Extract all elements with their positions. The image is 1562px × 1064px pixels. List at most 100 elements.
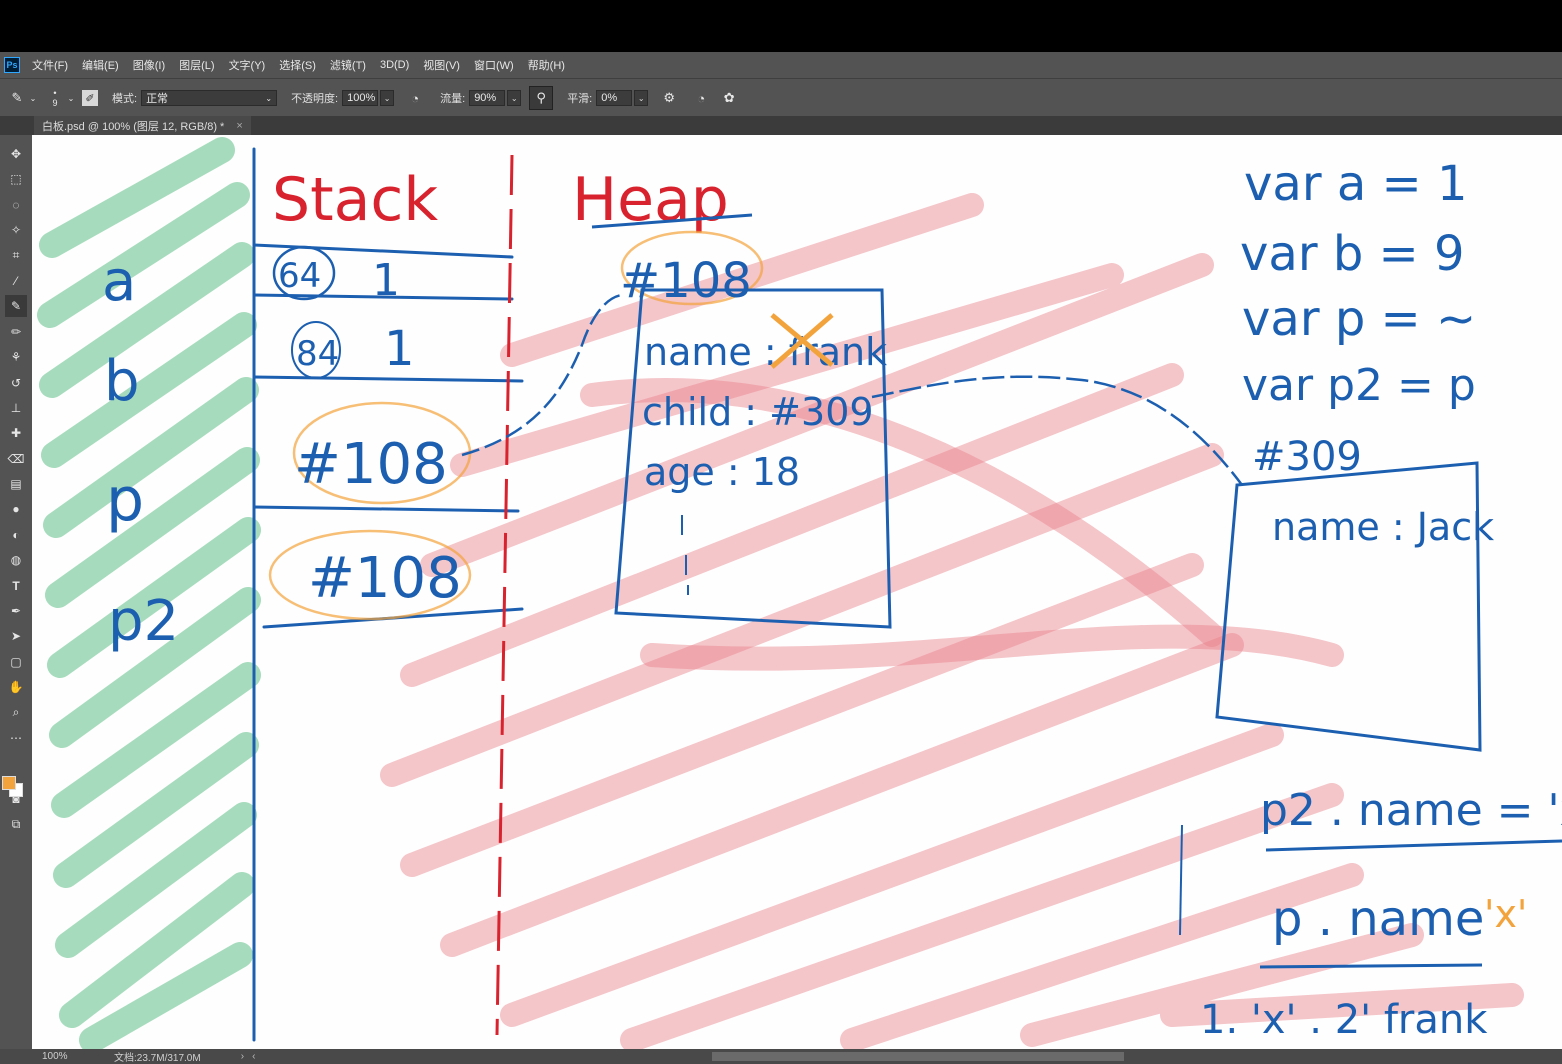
scroll-left-icon[interactable]: ‹ [252, 1051, 255, 1062]
flow-label: 流量: [440, 93, 466, 105]
eyedropper-tool-icon[interactable]: ⁄ [5, 270, 27, 292]
eraser-tool-icon[interactable]: ⌫ [5, 448, 27, 470]
opacity-input[interactable]: 100% [342, 90, 379, 106]
stack-value-p2: #108 [308, 546, 462, 611]
statement-p2-name: p2 . name = 'x' [1260, 785, 1562, 836]
hand-tool-icon[interactable]: ✋ [5, 676, 27, 698]
gear-icon[interactable]: ⚙ [658, 87, 680, 109]
menu-file[interactable]: 文件(F) [32, 57, 68, 73]
menu-help[interactable]: 帮助(H) [528, 57, 565, 73]
pencil-tool-icon[interactable]: ✏ [5, 321, 27, 343]
whiteboard-drawing: Stack Heap a b p p2 64 1 84 1 #108 #108 … [37, 137, 1562, 1049]
top-black-bar [0, 0, 1562, 52]
smoothing-label: 平滑: [567, 93, 593, 105]
opacity-label: 不透明度: [291, 93, 339, 105]
flow-dropdown-icon[interactable]: ⌄ [507, 90, 522, 106]
marquee-tool-icon[interactable]: ⬚ [5, 168, 27, 190]
menu-type[interactable]: 文字(Y) [229, 57, 266, 73]
chevron-down-icon: ⌄ [265, 93, 273, 103]
menu-image[interactable]: 图像(I) [133, 57, 165, 73]
blur-tool-icon[interactable]: ● [5, 498, 27, 520]
stack-title: Stack [272, 165, 438, 235]
heap-obj2-prop-name: name : Jack [1272, 505, 1494, 549]
document-tab-bar: 白板.psd @ 100% (图层 12, RGB/8) * × [0, 116, 1562, 135]
brush-size-value: 9 [52, 98, 58, 108]
sponge-tool-icon[interactable]: ◍ [5, 549, 27, 571]
heap-obj1-prop-child: child : #309 [642, 390, 874, 434]
heap-obj2-addr: #309 [1252, 434, 1362, 480]
answer-line: 1. 'x' . 2' frank [1200, 997, 1488, 1043]
mode-label: 模式: [112, 93, 138, 105]
chevron-down-icon[interactable]: ⌄ [66, 87, 76, 109]
menu-select[interactable]: 选择(S) [279, 57, 316, 73]
stamp-tool-icon[interactable]: ⊥ [5, 397, 27, 419]
magic-wand-tool-icon[interactable]: ✧ [5, 219, 27, 241]
symmetry-butterfly-icon[interactable]: ✿ [718, 87, 740, 109]
var-name-a: a [102, 249, 136, 314]
brush-size-picker[interactable]: • 9 [44, 87, 66, 109]
stack-value-p: #108 [294, 432, 448, 497]
stack-value-b: 1 [384, 321, 415, 377]
statement-p-result: 'x' [1484, 892, 1527, 936]
menu-window[interactable]: 窗口(W) [474, 57, 514, 73]
status-menu-arrow-icon[interactable]: › [241, 1051, 244, 1062]
brush-tool-icon[interactable]: ✎ [5, 295, 27, 318]
mode-value: 正常 [146, 93, 169, 105]
heap-title: Heap [572, 165, 729, 235]
document-canvas[interactable]: Stack Heap a b p p2 64 1 84 1 #108 #108 … [32, 135, 1562, 1049]
pen-tool-icon[interactable]: ✒ [5, 600, 27, 622]
tab-document[interactable]: 白板.psd @ 100% (图层 12, RGB/8) * × [34, 116, 251, 135]
code-line-3: var p = ~ [1242, 291, 1476, 347]
horizontal-scrollbar[interactable] [712, 1052, 1124, 1061]
airbrush-icon[interactable]: ⚲ [529, 86, 554, 110]
move-tool-icon[interactable]: ✥ [5, 143, 27, 165]
path-selection-tool-icon[interactable]: ➤ [5, 625, 27, 647]
dodge-tool-icon[interactable]: ◐ [5, 524, 27, 546]
brush-panel-toggle-icon[interactable]: ✐ [82, 90, 98, 106]
code-line-1: var a = 1 [1244, 156, 1468, 212]
lasso-tool-icon[interactable]: ◌ [5, 194, 27, 216]
shape-tool-icon[interactable]: ▢ [5, 651, 27, 673]
zoom-tool-icon[interactable]: ⌕ [5, 702, 27, 724]
more-tools-icon[interactable]: ⋯ [5, 727, 27, 749]
menu-filter[interactable]: 滤镜(T) [330, 57, 366, 73]
smoothing-dropdown-icon[interactable]: ⌄ [634, 90, 649, 106]
statement2-underline [1259, 963, 1483, 969]
menu-edit[interactable]: 编辑(E) [82, 57, 119, 73]
chevron-down-icon[interactable]: ⌄ [28, 87, 38, 109]
status-bar: 100% 文档:23.7M/317.0M › ‹ [0, 1049, 1562, 1064]
smoothing-input[interactable]: 0% [596, 90, 633, 106]
pressure-opacity-icon[interactable]: ◔ [404, 87, 426, 109]
tool-options-bar: ✎ ⌄ • 9 ⌄ ✐ 模式: 正常 ⌄ 不透明度: 100% ⌄ ◔ 流量: 9… [0, 78, 1562, 117]
photoshop-logo-icon[interactable]: Ps [4, 57, 20, 73]
stack-addr-a: 64 [278, 256, 321, 296]
menu-layer[interactable]: 图层(L) [179, 57, 214, 73]
document-size[interactable]: 文档:23.7M/317.0M [114, 1049, 201, 1064]
statement-p-name: p . name [1272, 891, 1484, 947]
healing-tool-icon[interactable]: ✚ [5, 422, 27, 444]
code-line-2: var b = 9 [1240, 226, 1465, 282]
screen-mode-icon[interactable]: ⧉ [5, 814, 27, 836]
var-name-p: p [106, 465, 144, 535]
crop-tool-icon[interactable]: ⌗ [5, 245, 27, 267]
zoom-level[interactable]: 100% [42, 1051, 82, 1062]
opacity-dropdown-icon[interactable]: ⌄ [380, 90, 395, 106]
menu-3d[interactable]: 3D(D) [380, 59, 409, 71]
menu-view[interactable]: 视图(V) [423, 57, 460, 73]
heap-obj1-prop-name: name : frank [644, 330, 887, 374]
type-tool-icon[interactable]: T [5, 575, 27, 597]
var-name-b: b [104, 349, 140, 414]
heap-obj1-prop-age: age : 18 [644, 450, 800, 494]
flow-input[interactable]: 90% [469, 90, 506, 106]
tools-panel: ✥ ⬚ ◌ ✧ ⌗ ⁄ ✎ ✏ ⚘ ↺ ⊥ ✚ ⌫ ▤ ● ◐ ◍ T ✒ ➤ … [0, 135, 32, 1049]
menu-bar: Ps 文件(F) 编辑(E) 图像(I) 图层(L) 文字(Y) 选择(S) 滤… [0, 52, 1562, 78]
history-brush-tool-icon[interactable]: ↺ [5, 372, 27, 394]
clone-stamp-tool-icon[interactable]: ⚘ [5, 346, 27, 368]
pressure-size-icon[interactable]: ◔ [690, 87, 712, 109]
mode-select[interactable]: 正常 ⌄ [141, 90, 278, 106]
close-icon[interactable]: × [236, 120, 242, 132]
brush-tool-preset-icon[interactable]: ✎ [6, 87, 28, 109]
code-line-4: var p2 = p [1242, 360, 1476, 411]
gradient-tool-icon[interactable]: ▤ [5, 473, 27, 495]
foreground-color-swatch[interactable] [2, 776, 16, 790]
